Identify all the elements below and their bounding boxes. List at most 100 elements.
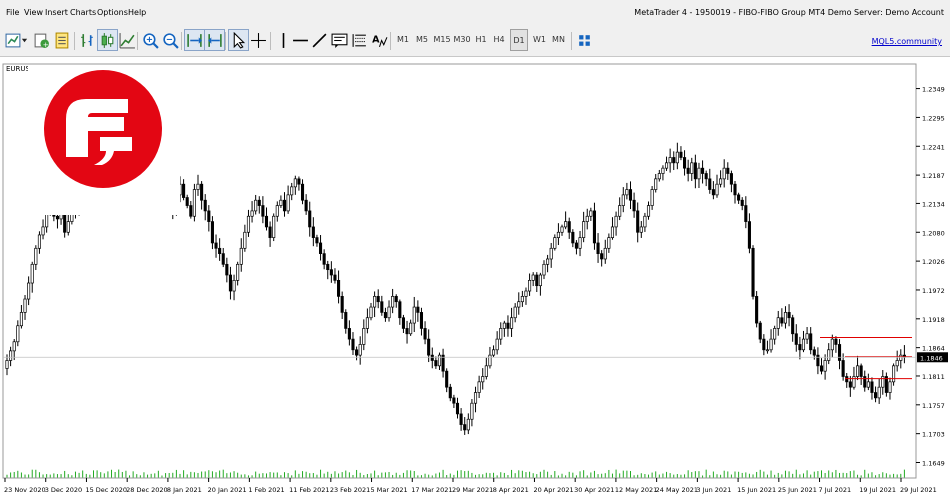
timeframe-w1[interactable]: W1 (531, 29, 548, 51)
menu-help[interactable]: Help (128, 8, 146, 17)
menu-view[interactable]: View (24, 8, 43, 17)
market-watch-icon[interactable] (52, 29, 73, 51)
candle-body (200, 183, 204, 201)
timeframe-d1[interactable]: D1 (510, 29, 528, 51)
menu-options[interactable]: Options (97, 8, 128, 17)
candle-body (470, 402, 474, 420)
candle-body (816, 354, 820, 367)
candle-body (866, 381, 870, 388)
candle-body (704, 173, 708, 180)
crosshair-icon[interactable] (248, 29, 269, 51)
toolbar-separator (137, 32, 138, 50)
date-label: 23 Feb 2021 (330, 486, 370, 494)
candle-body (452, 397, 456, 404)
candle-body (275, 205, 279, 217)
fibonacci-icon[interactable] (349, 29, 370, 51)
candle-body (621, 194, 625, 206)
candle-body (773, 328, 777, 340)
timeframe-h1[interactable]: H1 (473, 29, 489, 51)
candle-body (391, 296, 395, 308)
date-label: 11 Feb 2021 (289, 486, 329, 494)
candle-body (708, 178, 712, 190)
candle-body (207, 210, 211, 222)
svg-text:+: + (43, 39, 49, 48)
candle-body (264, 215, 269, 228)
line-chart-icon[interactable] (117, 29, 138, 51)
candlestick-chart-icon[interactable] (97, 29, 118, 51)
menu-insert[interactable]: Insert (45, 8, 68, 17)
timeframe-m15[interactable]: M15 (432, 29, 452, 51)
candle-body (848, 381, 852, 388)
candle-body (585, 215, 589, 222)
candle-body (254, 199, 258, 212)
candle-body (675, 151, 679, 164)
candle-body (668, 157, 672, 164)
dropdown-arrow-icon[interactable] (19, 29, 29, 51)
candle-body (657, 173, 661, 180)
candle-body (643, 215, 647, 228)
candle-body (196, 183, 200, 190)
candle-body (596, 242, 600, 254)
periods-grid-icon[interactable] (574, 29, 595, 51)
toolbar-separator (225, 32, 226, 50)
zoom-out-icon[interactable] (160, 29, 181, 51)
timeframe-mn[interactable]: MN (549, 29, 568, 51)
candle-body (528, 279, 532, 292)
date-label: 1 Feb 2021 (248, 486, 284, 494)
cursor-icon[interactable] (228, 29, 249, 51)
toolbar-separator (181, 32, 182, 50)
date-label: 24 May 2021 (656, 486, 698, 494)
price-scale-label: 1.2080 (922, 229, 945, 237)
timeframe-m5[interactable]: M5 (413, 29, 431, 51)
candle-body (16, 325, 20, 343)
candle-body (228, 274, 232, 292)
candle-body (636, 210, 640, 233)
candle-body (520, 296, 524, 303)
candle-body (823, 360, 827, 372)
candle-body (755, 296, 759, 324)
trendline-icon[interactable] (309, 29, 330, 51)
candle-body (740, 199, 744, 206)
chart-window[interactable]: 1.2349 1.2295 1.2241 1.2187 1.2134 1.2080 1.20… (0, 57, 950, 500)
horizontal-line-icon[interactable] (290, 29, 311, 51)
candle-body (203, 199, 207, 212)
candle-body (628, 189, 633, 201)
date-label: 19 Jul 2021 (859, 486, 896, 494)
timeframe-m1[interactable]: M1 (394, 29, 412, 51)
candle-body (625, 189, 629, 196)
objects-icon[interactable]: A (369, 29, 390, 51)
candle-body (315, 237, 319, 244)
candle-body (618, 205, 622, 217)
candle-body (297, 178, 301, 185)
candle-body (776, 317, 780, 329)
candle-body (239, 247, 243, 265)
candle-body (827, 349, 831, 361)
date-label: 29 Mar 2021 (452, 486, 493, 494)
text-icon[interactable] (329, 29, 350, 51)
candle-body (225, 263, 229, 276)
candle-body (654, 178, 658, 190)
autoscroll-icon[interactable] (184, 29, 205, 51)
mql5-community-link[interactable]: MQL5.community (872, 37, 942, 46)
zoom-in-icon[interactable] (140, 29, 161, 51)
candle-body (589, 210, 593, 217)
price-scale-label: 1.2241 (922, 143, 945, 151)
timeframe-h4[interactable]: H4 (491, 29, 507, 51)
candle-body (27, 282, 31, 300)
menu-charts[interactable]: Charts (70, 8, 96, 17)
candle-body (380, 301, 384, 313)
candle-body (737, 194, 741, 201)
candle-body (535, 274, 539, 287)
candle-body (427, 338, 431, 356)
chart-shift-icon[interactable] (204, 29, 225, 51)
candle-body (355, 349, 359, 356)
candle-body (661, 167, 665, 174)
candle-body (290, 186, 294, 196)
candle-body (337, 279, 341, 297)
menu-file[interactable]: File (6, 8, 19, 17)
timeframe-m30[interactable]: M30 (452, 29, 472, 51)
profiles-icon[interactable]: + (31, 29, 52, 51)
date-label: 17 Mar 2021 (411, 486, 452, 494)
date-label: 15 Dec 2020 (85, 486, 127, 494)
bar-chart-icon[interactable] (77, 29, 98, 51)
